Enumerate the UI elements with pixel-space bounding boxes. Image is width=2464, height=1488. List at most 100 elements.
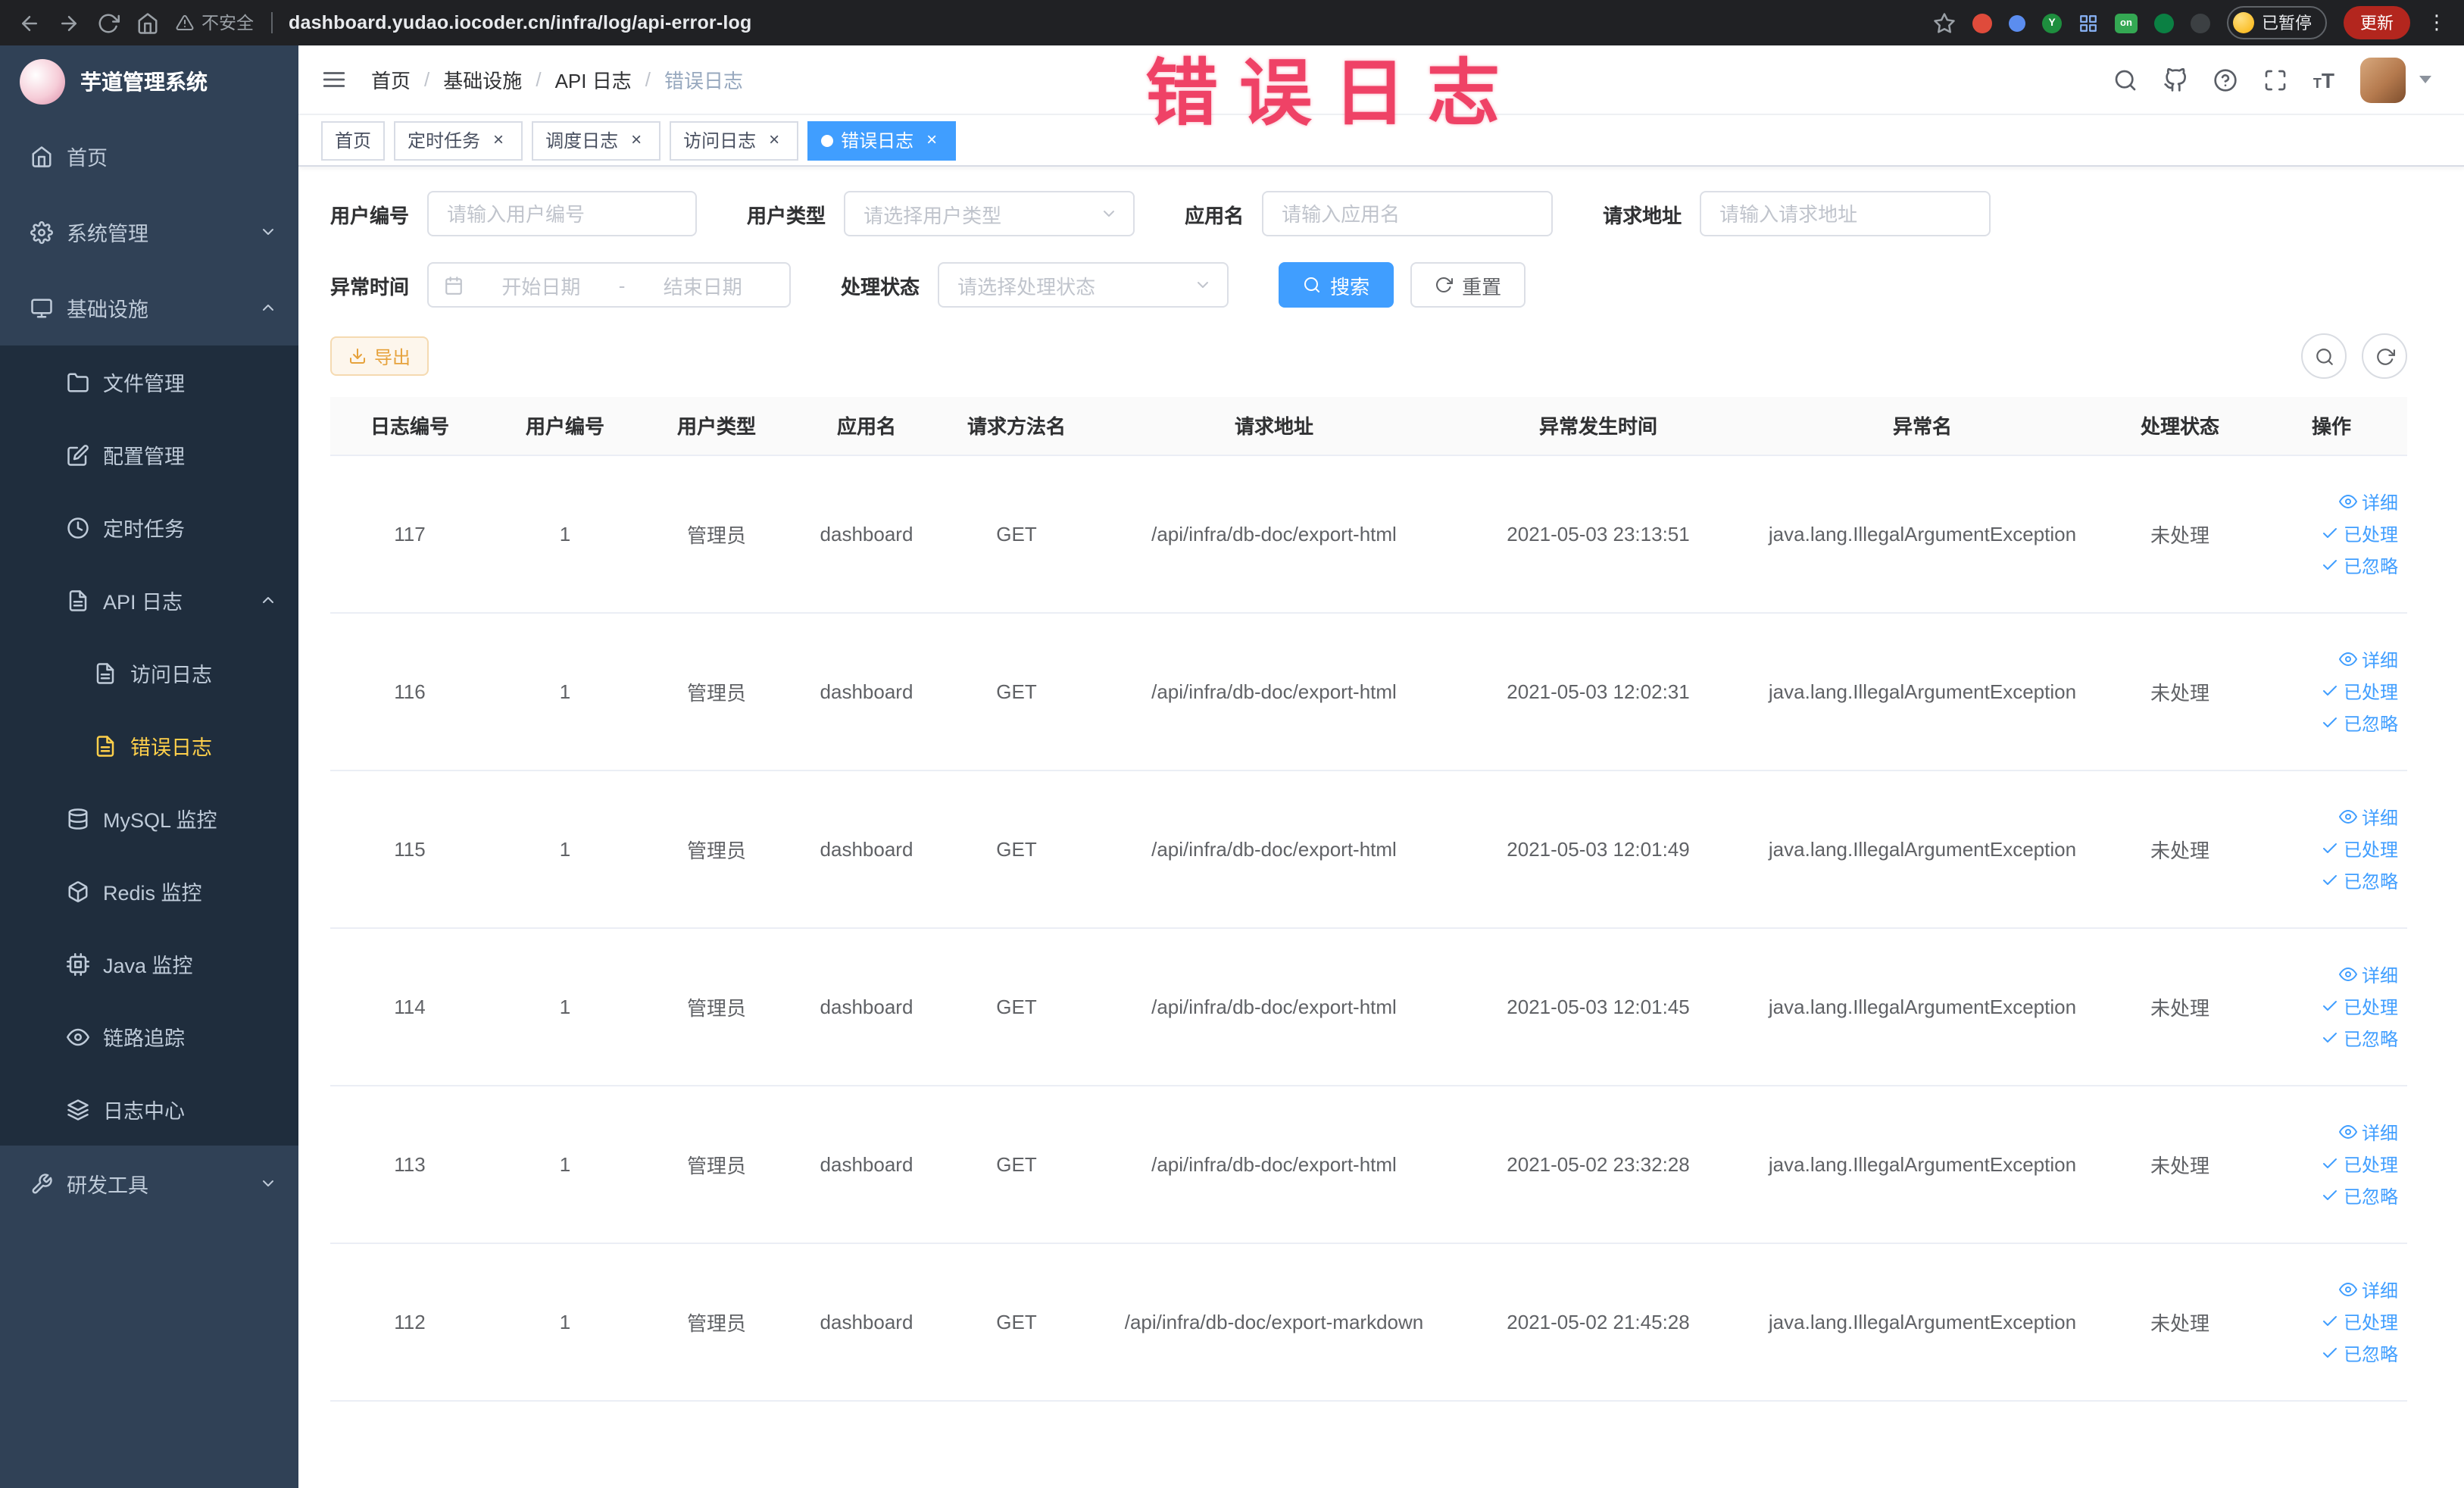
browser-menu-icon[interactable]: ⋮ — [2427, 11, 2447, 35]
font-size-icon[interactable]: TT — [2313, 69, 2334, 90]
check-icon — [2321, 524, 2339, 542]
row-action-detail[interactable]: 详细 — [2338, 804, 2398, 830]
close-icon[interactable]: × — [921, 129, 942, 151]
cell-actions: 详细已处理已忽略 — [2256, 770, 2407, 928]
profile-paused-badge[interactable]: 已暂停 — [2227, 6, 2327, 39]
row-action-processed[interactable]: 已处理 — [2321, 993, 2398, 1019]
sidebar-item-config[interactable]: 配置管理 — [0, 418, 298, 491]
clock-icon — [67, 516, 89, 539]
sidebar-item-mysql[interactable]: MySQL 监控 — [0, 782, 298, 855]
row-action-detail[interactable]: 详细 — [2338, 961, 2398, 987]
sidebar-item-job[interactable]: 定时任务 — [0, 491, 298, 564]
bookmark-star-icon[interactable] — [1933, 11, 1956, 34]
sidebar-item-devtools[interactable]: 研发工具 — [0, 1146, 298, 1221]
refresh-table-button[interactable] — [2362, 333, 2407, 379]
row-action-ignored[interactable]: 已忽略 — [2321, 1183, 2398, 1208]
tab-access-log[interactable]: 访问日志 × — [670, 120, 799, 160]
sidebar-toggle-icon[interactable] — [321, 67, 347, 92]
row-action-ignored[interactable]: 已忽略 — [2321, 867, 2398, 893]
row-action-ignored[interactable]: 已忽略 — [2321, 1025, 2398, 1051]
row-action-detail[interactable]: 详细 — [2338, 489, 2398, 514]
header-search-icon[interactable] — [2113, 67, 2138, 92]
user-type-select[interactable]: 请选择用户类型 — [844, 191, 1135, 236]
request-url-input[interactable] — [1700, 191, 1991, 236]
sidebar-item-java[interactable]: Java 监控 — [0, 927, 298, 1000]
row-action-detail[interactable]: 详细 — [2338, 1119, 2398, 1145]
row-action-detail[interactable]: 详细 — [2338, 1277, 2398, 1302]
docs-help-icon[interactable] — [2213, 67, 2238, 92]
tab-home[interactable]: 首页 — [321, 120, 386, 160]
sidebar-item-system[interactable]: 系统管理 — [0, 194, 298, 270]
close-icon[interactable]: × — [626, 129, 647, 151]
app-logo[interactable]: 芋道管理系统 — [0, 45, 298, 118]
tab-error-log[interactable]: 错误日志 × — [807, 120, 957, 160]
box-icon — [67, 880, 89, 902]
app-name-input[interactable] — [1262, 191, 1554, 236]
extension-icon[interactable] — [2191, 13, 2210, 33]
extension-on-icon[interactable]: on — [2115, 13, 2138, 33]
update-button[interactable]: 更新 — [2344, 6, 2410, 39]
row-action-ignored[interactable]: 已忽略 — [2321, 710, 2398, 736]
fullscreen-icon[interactable] — [2263, 67, 2288, 92]
cell-actions: 详细已处理已忽略 — [2256, 1243, 2407, 1401]
table-row: 112 1 管理员 dashboard GET/api/infra/db-doc/exp… — [330, 1243, 2407, 1401]
tab-job-log[interactable]: 调度日志 × — [532, 120, 661, 160]
row-action-ignored[interactable]: 已忽略 — [2321, 552, 2398, 578]
sidebar-item-trace[interactable]: 链路追踪 — [0, 1000, 298, 1073]
github-icon[interactable] — [2163, 67, 2188, 92]
table-row: 115 1 管理员 dashboard GET/api/infra/db-doc/exp… — [330, 770, 2407, 928]
row-action-processed[interactable]: 已处理 — [2321, 1308, 2398, 1334]
avatar[interactable] — [2360, 57, 2406, 102]
row-action-processed[interactable]: 已处理 — [2321, 836, 2398, 861]
row-action-ignored[interactable]: 已忽略 — [2321, 1340, 2398, 1366]
reset-button[interactable]: 重置 — [1410, 262, 1526, 308]
sidebar-item-infrastructure[interactable]: 基础设施 — [0, 270, 298, 345]
avatar-caret-icon[interactable] — [2419, 76, 2431, 83]
row-action-processed[interactable]: 已处理 — [2321, 678, 2398, 704]
row-action-processed[interactable]: 已处理 — [2321, 520, 2398, 546]
cell-id: 117 — [330, 455, 489, 613]
search-button[interactable]: 搜索 — [1279, 262, 1394, 308]
file-icon — [94, 734, 117, 757]
address-url[interactable]: dashboard.yudao.iocoder.cn/infra/log/api… — [289, 12, 751, 33]
sidebar-item-access-log[interactable]: 访问日志 — [0, 636, 298, 709]
process-status-select[interactable]: 请选择处理状态 — [938, 262, 1229, 308]
sidebar-item-home[interactable]: 首页 — [0, 118, 298, 194]
col-user_type: 用户类型 — [641, 397, 792, 455]
row-action-processed[interactable]: 已处理 — [2321, 1151, 2398, 1177]
close-icon[interactable]: × — [488, 129, 509, 151]
export-button[interactable]: 导出 — [330, 336, 429, 376]
breadcrumb-item[interactable]: 基础设施 — [443, 65, 522, 94]
hide-search-button[interactable] — [2301, 333, 2347, 379]
extension-icon[interactable] — [2154, 13, 2174, 33]
eye-icon — [67, 1025, 89, 1048]
sidebar-item-redis[interactable]: Redis 监控 — [0, 855, 298, 927]
browser-home-icon[interactable] — [136, 11, 159, 34]
reload-icon[interactable] — [97, 11, 120, 34]
extension-icon[interactable] — [2009, 14, 2025, 31]
forward-icon[interactable] — [58, 11, 80, 34]
search-icon — [2314, 346, 2334, 366]
security-indicator[interactable]: 不安全 — [176, 11, 254, 35]
close-icon[interactable]: × — [764, 129, 785, 151]
back-icon[interactable] — [18, 11, 41, 34]
exception-time-range-picker[interactable]: 开始日期 - 结束日期 — [427, 262, 792, 308]
breadcrumb-item[interactable]: API 日志 — [555, 65, 632, 94]
sidebar-item-api-log[interactable]: API 日志 — [0, 564, 298, 636]
cell-url: /api/infra/db-doc/export-html — [1092, 1085, 1456, 1243]
extension-icon[interactable]: Y — [2042, 13, 2062, 33]
cell-user_id: 1 — [489, 1243, 641, 1401]
extension-grid-icon[interactable] — [2078, 13, 2098, 33]
breadcrumb-item[interactable]: 首页 — [371, 65, 411, 94]
extension-icon[interactable] — [1972, 13, 1992, 33]
breadcrumb-item: 错误日志 — [664, 70, 743, 92]
user-type-label: 用户类型 — [747, 204, 826, 227]
row-action-detail[interactable]: 详细 — [2338, 646, 2398, 672]
sidebar-item-error-log[interactable]: 错误日志 — [0, 709, 298, 782]
sidebar-item-file[interactable]: 文件管理 — [0, 345, 298, 418]
tab-scheduled-job[interactable]: 定时任务 × — [394, 120, 523, 160]
sidebar-item-log-center[interactable]: 日志中心 — [0, 1073, 298, 1146]
database-icon — [67, 807, 89, 830]
user-id-input[interactable] — [427, 191, 698, 236]
cell-time: 2021-05-03 23:13:51 — [1456, 455, 1741, 613]
